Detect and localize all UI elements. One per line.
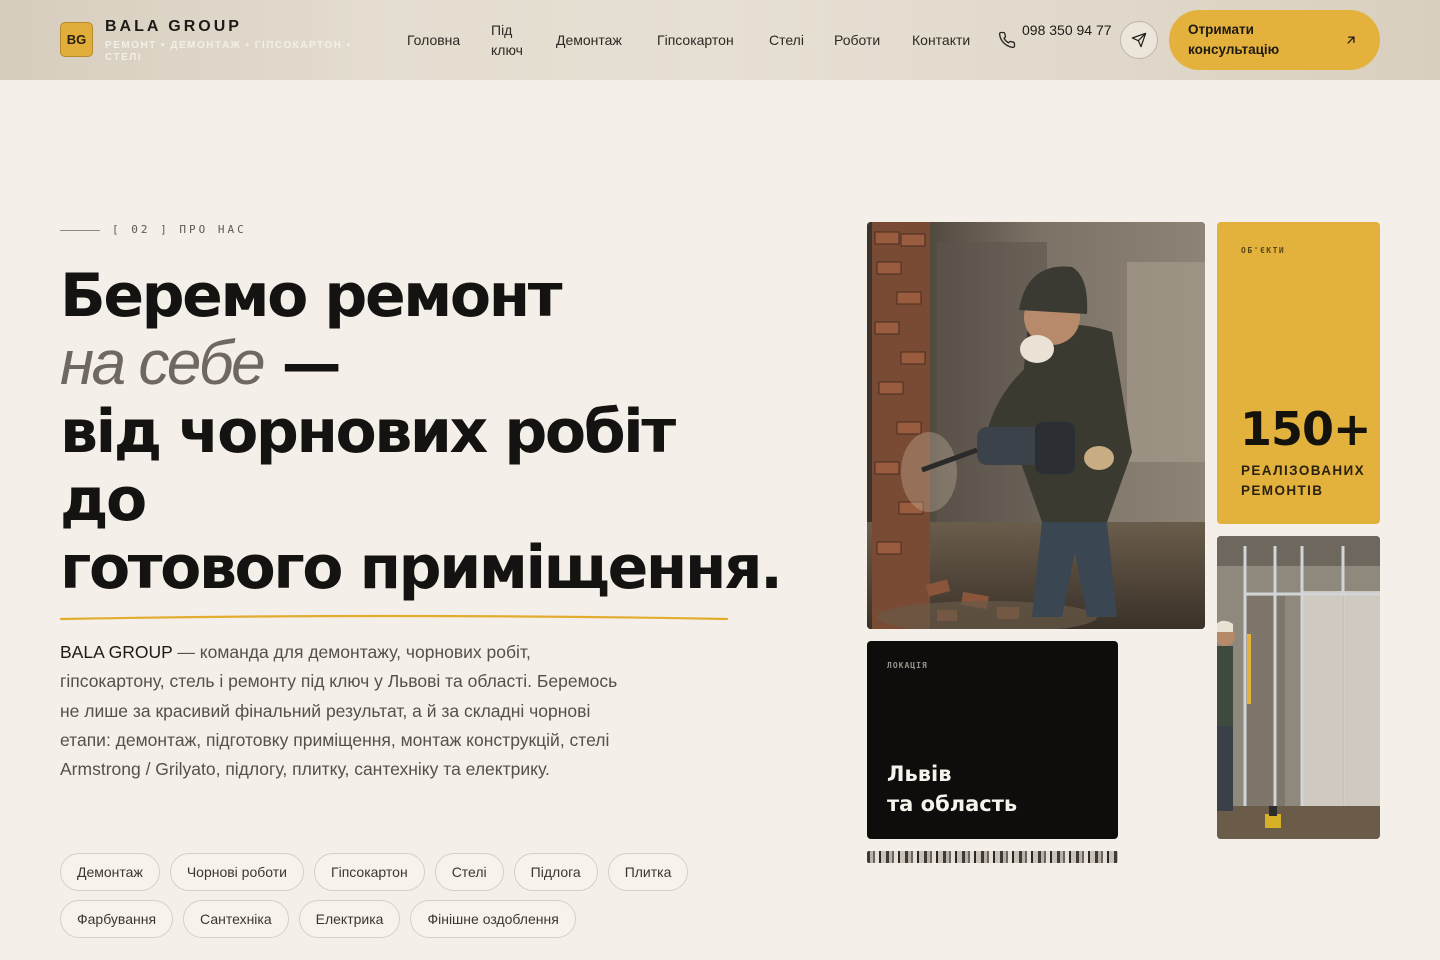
section-label: [ 02 ] ПРО НАС: [112, 223, 247, 236]
title-line-5: готового приміщення.: [60, 533, 783, 603]
tag-painting[interactable]: Фарбування: [60, 900, 174, 938]
nav-item-works[interactable]: Роботи: [834, 30, 880, 50]
title-line-3: від чорнових робіт: [60, 397, 676, 467]
location-card: ЛОКАЦІЯ Львів та область: [867, 641, 1118, 839]
tag-rough-work[interactable]: Чорнові роботи: [169, 853, 304, 891]
logo-mark[interactable]: BG: [60, 22, 93, 57]
title-dash: —: [263, 329, 342, 399]
location-title: Львів та область: [887, 759, 1107, 819]
section-rule: [60, 230, 100, 231]
description-text: — команда для демонтажу, чорнових робіт,…: [60, 642, 618, 780]
send-icon: [1131, 32, 1147, 48]
stat-eyebrow: ОБ'ЄКТИ: [1241, 246, 1286, 255]
tag-tiles[interactable]: Плитка: [607, 853, 689, 891]
tag-demolition[interactable]: Демонтаж: [60, 853, 160, 891]
brand-name[interactable]: BALA GROUP: [105, 18, 242, 36]
title-italic: на себе: [60, 329, 266, 398]
stat-caption: РЕАЛІЗОВАНИХ РЕМОНТІВ: [1241, 463, 1366, 498]
stat-number: 150+: [1240, 402, 1372, 456]
about-description: BALA GROUP — команда для демонтажу, чорн…: [60, 638, 640, 784]
description-brand: BALA GROUP: [60, 642, 173, 662]
phone-link[interactable]: 098 350 94 77: [1022, 20, 1112, 40]
photo-strip-thumbnail: [867, 851, 1118, 863]
arrow-up-right-icon: [1347, 36, 1355, 44]
title-underline: [60, 614, 728, 621]
stat-card: ОБ'ЄКТИ 150+ РЕАЛІЗОВАНИХ РЕМОНТІВ: [1217, 222, 1380, 524]
consultation-button[interactable]: Отримати консультацію: [1169, 10, 1380, 70]
phone-icon: [998, 31, 1016, 49]
title-line-1: Беремо ремонт: [60, 261, 563, 331]
drywall-illustration: [1217, 536, 1380, 839]
consultation-button-label: Отримати консультацію: [1188, 22, 1280, 57]
tag-ceilings[interactable]: Стелі: [434, 853, 504, 891]
nav-item-demolition[interactable]: Демонтаж: [556, 30, 622, 50]
service-tags: Демонтаж Чорнові роботи Гіпсокартон Стел…: [60, 853, 740, 938]
tag-drywall[interactable]: Гіпсокартон: [314, 853, 425, 891]
photo-drywall-installer: [1217, 536, 1380, 839]
title-line-2: на себе —: [60, 329, 820, 399]
tag-plumbing[interactable]: Сантехніка: [183, 900, 289, 938]
nav-item-turnkey[interactable]: Під ключ: [491, 20, 531, 60]
demolition-illustration: [867, 222, 1205, 629]
page-title: Беремо ремонт на себе — від чорнових роб…: [60, 262, 820, 602]
tag-electrical[interactable]: Електрика: [298, 900, 401, 938]
site-header: BG BALA GROUP РЕМОНТ • ДЕМОНТАЖ • ГІПСОК…: [0, 0, 1440, 80]
nav-item-home[interactable]: Головна: [407, 30, 460, 50]
location-region: та область: [887, 792, 1018, 816]
title-line-4: до: [60, 465, 147, 535]
nav-item-contacts[interactable]: Контакти: [912, 30, 970, 50]
nav-item-drywall[interactable]: Гіпсокартон: [657, 30, 734, 50]
nav-item-ceilings[interactable]: Стелі: [769, 30, 804, 50]
brand-tagline: РЕМОНТ • ДЕМОНТАЖ • ГІПСОКАРТОН • СТЕЛІ: [105, 40, 352, 63]
telegram-button[interactable]: [1120, 21, 1158, 59]
tag-finishing[interactable]: Фінішне оздоблення: [410, 900, 576, 938]
location-city: Львів: [887, 762, 952, 786]
location-eyebrow: ЛОКАЦІЯ: [887, 661, 928, 670]
tag-flooring[interactable]: Підлога: [513, 853, 598, 891]
photo-demolition-worker: [867, 222, 1205, 629]
